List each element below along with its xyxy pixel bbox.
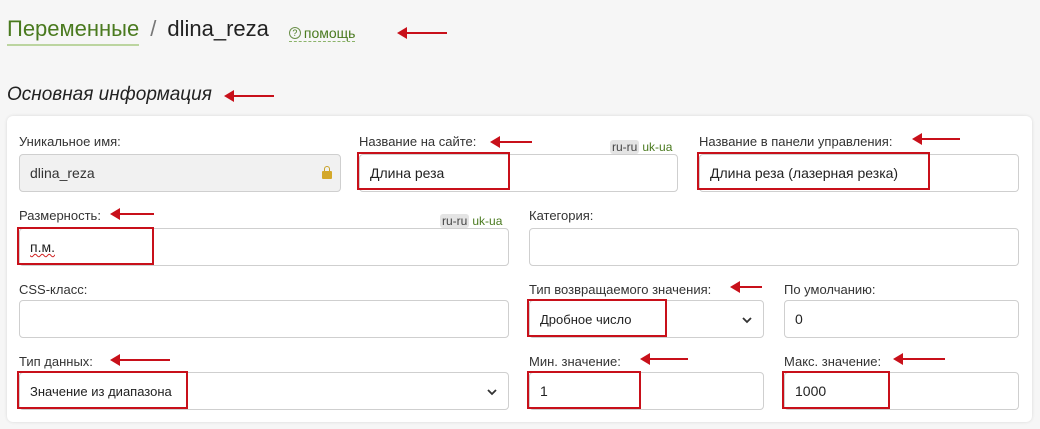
site-name-lang-switch: ru-ru uk-ua [610, 140, 672, 154]
return-type-value: Дробное число [540, 311, 632, 327]
data-type-label: Тип данных: [19, 354, 93, 369]
chevron-down-icon [487, 389, 497, 396]
site-name-input[interactable]: Длина реза [359, 154, 678, 192]
dimension-input[interactable]: п.м. [19, 228, 509, 266]
section-title: Основная информация [7, 84, 212, 105]
default-value-value: 0 [795, 311, 803, 327]
dimension-label: Размерность: [19, 208, 101, 223]
breadcrumb-separator: / [150, 16, 157, 41]
admin-name-input[interactable]: Длина реза (лазерная резка) [699, 154, 1019, 192]
category-input[interactable] [529, 228, 1019, 266]
max-value-label: Макс. значение: [784, 354, 882, 369]
min-value-value: 1 [540, 383, 548, 399]
annotation-arrow-help [397, 27, 447, 39]
return-type-label: Тип возвращаемого значения: [529, 282, 712, 297]
help-link[interactable]: ? помощь [288, 25, 356, 42]
lock-icon [322, 166, 332, 179]
data-type-value: Значение из диапазона [30, 383, 172, 399]
admin-name-label: Название в панели управления: [699, 134, 893, 149]
unique-name-field: dlina_reza [19, 154, 341, 192]
lang-ru-ru[interactable]: ru-ru [610, 140, 640, 154]
min-value-input[interactable]: 1 [529, 372, 764, 410]
default-value-input[interactable]: 0 [784, 300, 1019, 338]
data-type-select[interactable]: Значение из диапазона [19, 372, 509, 410]
css-class-label: CSS-класс: [19, 282, 88, 297]
unique-name-label: Уникальное имя: [19, 134, 121, 149]
default-value-label: По умолчанию: [784, 282, 876, 297]
annotation-arrow-section-title [224, 90, 274, 102]
chevron-down-icon [742, 317, 752, 324]
breadcrumb-variables-link[interactable]: Переменные [7, 16, 140, 46]
return-type-select[interactable]: Дробное число [529, 300, 764, 338]
site-name-label: Название на сайте: [359, 134, 477, 149]
site-name-value: Длина реза [370, 165, 445, 181]
max-value-value: 1000 [795, 383, 827, 399]
lang-uk-ua[interactable]: uk-ua [642, 140, 672, 154]
css-class-input[interactable] [19, 300, 509, 338]
lang-uk-ua[interactable]: uk-ua [472, 214, 502, 228]
category-label: Категория: [529, 208, 594, 223]
max-value-input[interactable]: 1000 [784, 372, 1019, 410]
min-value-label: Мин. значение: [529, 354, 621, 369]
dimension-lang-switch: ru-ru uk-ua [440, 214, 502, 228]
help-label: помощь [303, 25, 356, 41]
dimension-value: п.м. [30, 239, 55, 255]
page-title: dlina_reza [167, 16, 269, 41]
breadcrumb: Переменные / dlina_reza ? помощь [7, 16, 356, 46]
help-icon: ? [288, 27, 301, 39]
unique-name-value: dlina_reza [30, 165, 95, 181]
lang-ru-ru[interactable]: ru-ru [440, 214, 470, 228]
basic-info-card: Уникальное имя: dlina_reza Название на с… [7, 116, 1032, 422]
admin-name-value: Длина реза (лазерная резка) [710, 165, 899, 181]
